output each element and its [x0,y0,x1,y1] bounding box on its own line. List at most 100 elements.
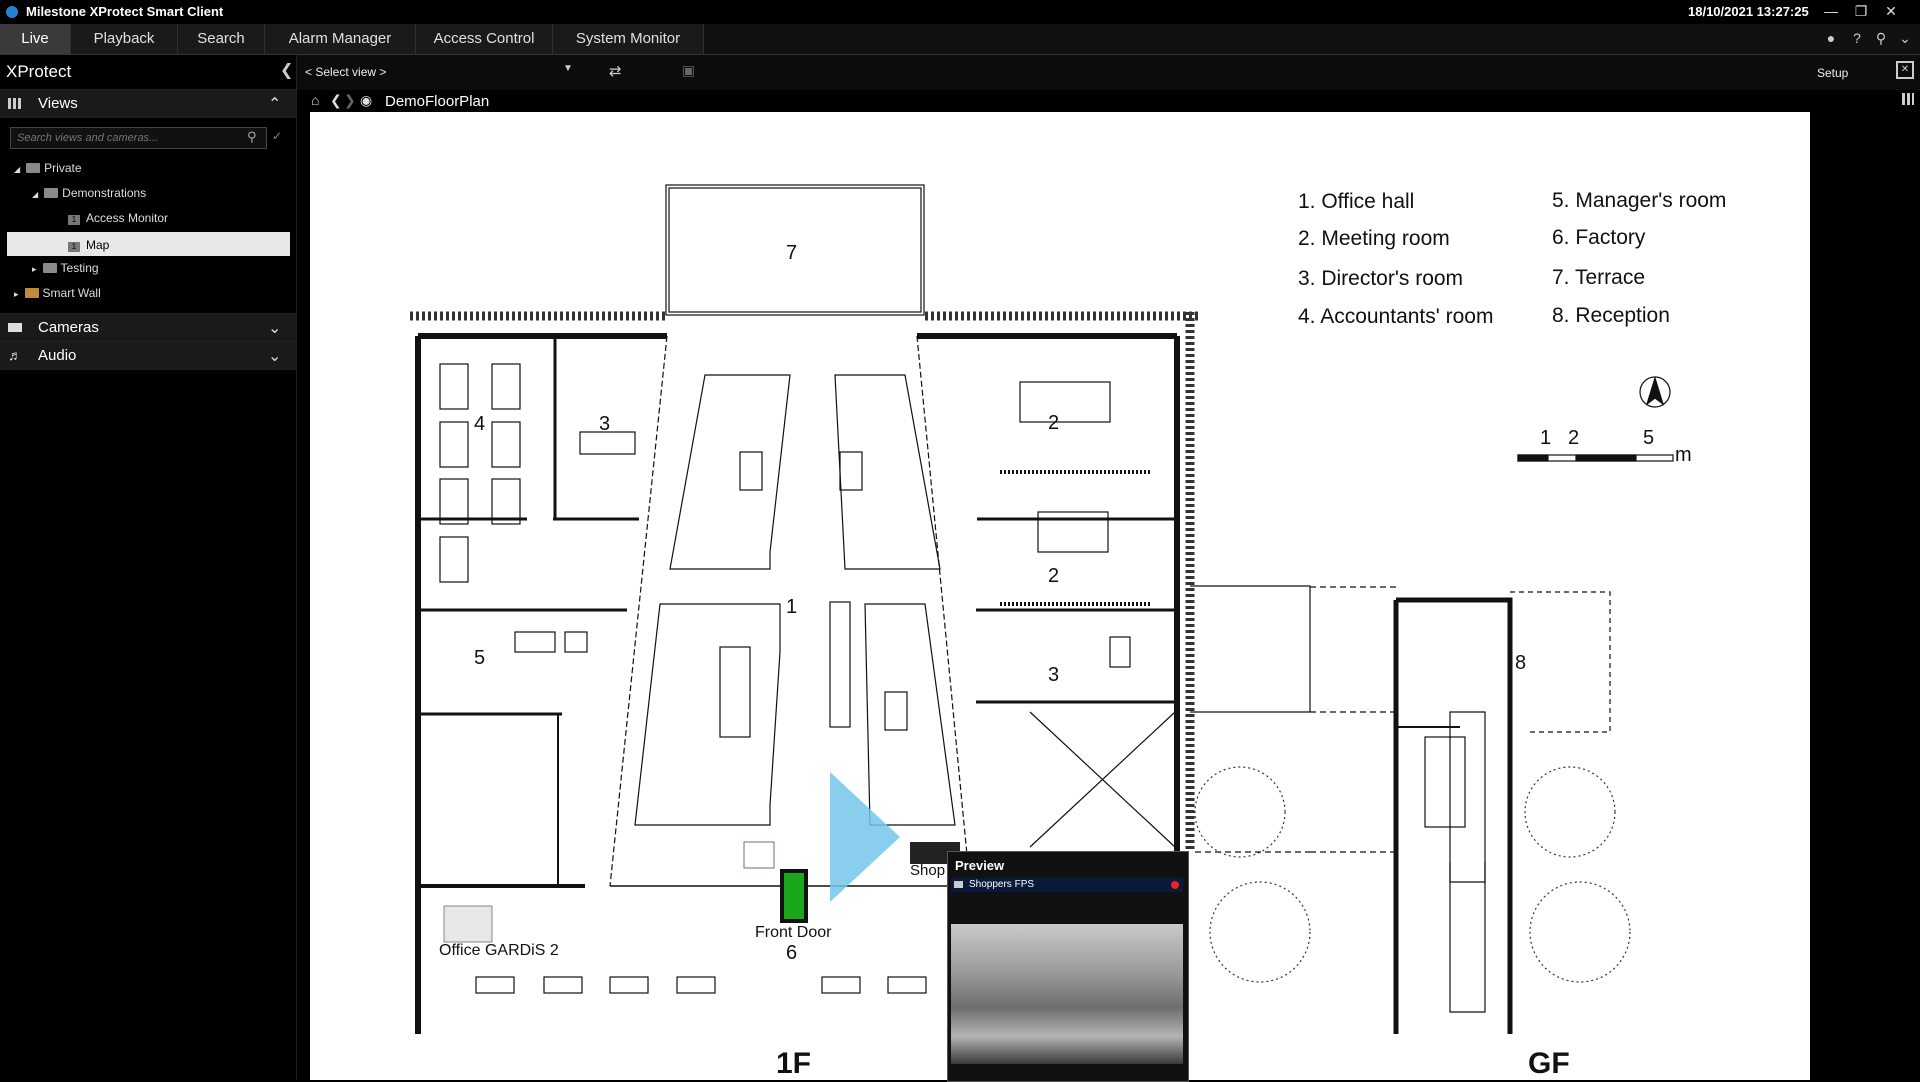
front-door-label[interactable]: Front Door [755,924,831,942]
view-icon: 1 [68,242,80,252]
tab-live[interactable]: Live [0,24,71,54]
expand-icon[interactable]: ▸ [32,264,37,274]
tree-label: Access Monitor [86,211,169,225]
tab-alarm-manager[interactable]: Alarm Manager [265,24,416,54]
legend-item: 4. Accountants' room [1298,305,1494,328]
folder-icon [26,163,41,173]
tab-playback[interactable]: Playback [71,24,178,54]
audio-label: Audio [38,347,77,364]
legend-item: 8. Reception [1552,304,1670,327]
back-icon[interactable]: ❮ [330,92,342,109]
legend-item: 1. Office hall [1298,190,1415,213]
speaker-icon: ♬ [8,347,22,363]
room-number: 3 [599,413,611,435]
legend-item: 3. Director's room [1298,267,1464,290]
tab-system-monitor[interactable]: System Monitor [553,24,704,54]
select-view-label: < Select view > [305,65,387,79]
tab-search[interactable]: Search [178,24,265,54]
tree-item-smart-wall[interactable]: ▸ Smart Wall [14,286,101,300]
legend-item: 5. Manager's room [1552,189,1727,212]
breadcrumb: ⌂ ❮ ❯ ◉ DemoFloorPlan [297,90,1920,112]
chevron-down-icon[interactable]: ⌄ [1896,30,1914,48]
home-icon[interactable]: ⌂ [311,92,319,108]
tree-item-private[interactable]: ◢ Private [14,161,82,175]
restore-icon[interactable]: ❐ [1846,0,1876,24]
chevron-down-icon[interactable]: ⌄ [268,346,281,366]
legend-item: 2. Meeting room [1298,227,1450,250]
tree-item-testing[interactable]: ▸ Testing [32,261,99,275]
view-icon: 1 [68,215,80,225]
room-number: 5 [474,647,486,669]
close-icon[interactable]: ✕ [1876,0,1906,24]
camera-preview-popup[interactable]: Preview Shoppers FPS [947,851,1189,1082]
tree-item-access-monitor[interactable]: 1 Access Monitor [68,211,168,225]
expand-icon[interactable]: ▸ [14,289,19,299]
folder-icon [42,263,57,273]
app-logo-icon [6,6,18,18]
audio-header[interactable]: ♬ Audio ⌄ [0,341,296,370]
tree-item-demonstrations[interactable]: ◢ Demonstrations [32,186,146,200]
camera-icon [954,881,963,888]
preview-title: Preview [955,858,1005,873]
folder-icon [44,188,59,198]
room-number: 7 [786,242,798,264]
dropdown-arrow-icon: ▼ [563,63,573,74]
filter-icon[interactable]: ✓ [272,129,282,143]
scale-tick: 2 [1568,427,1580,449]
room-number: 3 [1048,664,1060,686]
swap-view-icon[interactable]: ⇄ [609,62,622,80]
shop-camera-label[interactable]: Shop [910,862,945,879]
views-label: Views [38,95,78,112]
cameras-label: Cameras [38,319,99,336]
room-number: 6 [786,942,798,964]
chevron-up-icon[interactable]: ⌃ [268,94,281,114]
preview-camera-bar: Shoppers FPS [951,878,1183,892]
tree-item-map[interactable]: 1 Map [7,232,290,256]
room-number: 8 [1515,652,1527,674]
search-icon[interactable]: ⚲ [247,129,257,145]
pin-icon[interactable]: ⚲ [1872,30,1890,48]
views-header[interactable]: Views ⌃ [0,89,296,118]
floor-label: 1F [776,1047,812,1080]
view-toolbar: < Select view > ▼ ⇄ ▣ Setup ✕ [297,55,1920,90]
left-panel: XProtect ❮ Views ⌃ ⚲ ✓ ◢ Private ◢ Demonst… [0,55,297,1080]
expand-icon[interactable]: ◢ [32,190,38,199]
tree-label: Private [44,161,82,175]
tree-label: Demonstrations [62,186,147,200]
select-view-dropdown[interactable]: < Select view > ▼ [305,63,575,81]
clock: 18/10/2021 13:27:25 [1688,4,1809,19]
map-name: DemoFloorPlan [385,93,490,110]
cameras-header[interactable]: Cameras ⌄ [0,313,296,342]
collapse-panel-icon[interactable]: ❮ [280,60,293,80]
status-icon[interactable]: ● [1822,30,1840,48]
chevron-down-icon[interactable]: ⌄ [268,318,281,338]
title-bar: Milestone XProtect Smart Client 18/10/20… [0,0,1920,24]
camera-live-feed[interactable] [951,924,1183,1064]
globe-icon: ◉ [360,92,373,108]
tab-access-control[interactable]: Access Control [416,24,553,54]
scale-tick: 5 [1643,427,1655,449]
product-name: XProtect [6,62,72,81]
camera-icon [8,323,22,332]
legend-item: 7. Terrace [1552,266,1645,289]
office-gardis-label[interactable]: Office GARDiS 2 [439,942,559,960]
expand-icon[interactable]: ◢ [14,165,20,174]
setup-button[interactable]: Setup [1817,66,1848,80]
room-number: 1 [786,596,798,618]
view-settings-icon[interactable]: ▣ [682,62,695,79]
forward-icon[interactable]: ❯ [344,92,356,109]
tree-label: Smart Wall [42,286,101,300]
scale-tick: 1 [1540,427,1552,449]
room-number: 2 [1048,565,1060,587]
floor-label: GF [1528,1047,1570,1080]
layout-grid-icon[interactable] [1902,93,1914,105]
fullscreen-icon[interactable]: ✕ [1896,61,1914,79]
minimize-icon[interactable]: — [1816,0,1846,24]
app-title: Milestone XProtect Smart Client [26,4,224,19]
tree-label: Testing [60,261,99,275]
search-box[interactable]: ⚲ [10,127,267,149]
main-nav: Live Playback Search Alarm Manager Acces… [0,24,1920,55]
help-icon[interactable]: ? [1848,30,1866,48]
search-input[interactable] [15,129,239,147]
record-indicator-icon [1171,881,1179,889]
